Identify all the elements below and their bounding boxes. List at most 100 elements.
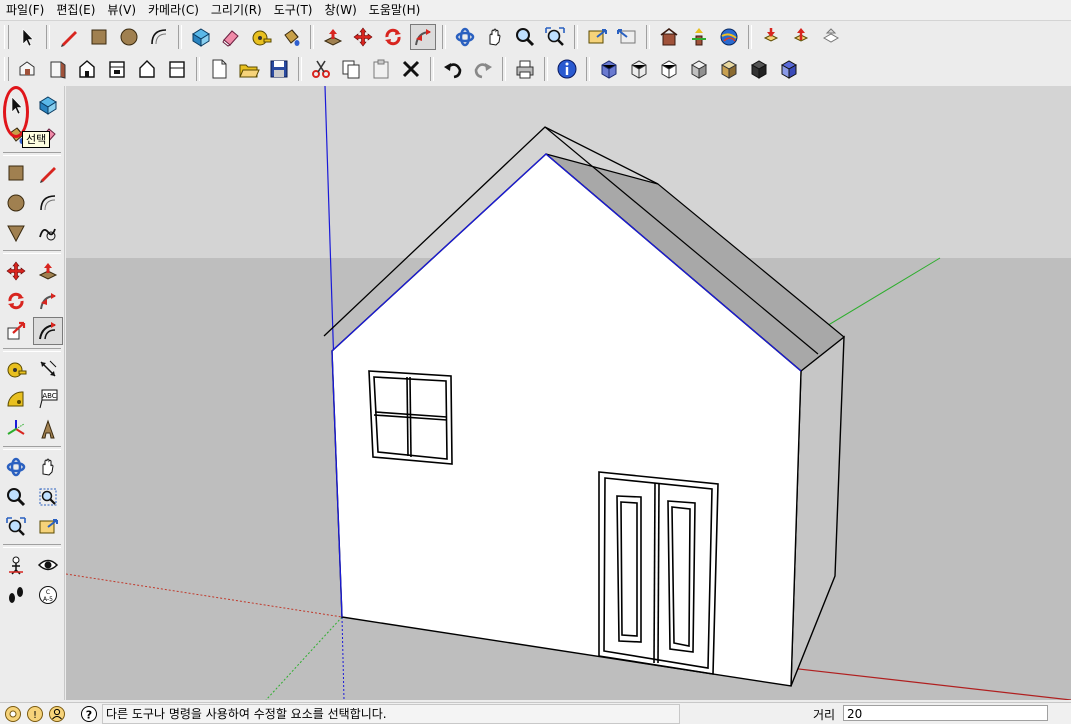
pan-icon[interactable] bbox=[482, 24, 508, 50]
push-pull-icon[interactable] bbox=[320, 24, 346, 50]
previous-view-icon[interactable] bbox=[584, 24, 610, 50]
top-view-icon[interactable] bbox=[44, 56, 70, 82]
menu-item[interactable]: 카메라(C) bbox=[142, 0, 205, 20]
status-bar: ! ? 다른 도구나 명령을 사용하여 수정할 요소를 선택합니다. 거리 20 bbox=[0, 702, 1071, 724]
menu-item[interactable]: 파일(F) bbox=[0, 0, 50, 20]
circle-icon[interactable] bbox=[1, 189, 31, 217]
toolbar-separator bbox=[298, 57, 302, 81]
rectangle-icon[interactable] bbox=[86, 24, 112, 50]
pencil-line-icon[interactable] bbox=[33, 159, 63, 187]
model-info-icon[interactable] bbox=[554, 56, 580, 82]
right-view-icon[interactable] bbox=[104, 56, 130, 82]
arc-icon[interactable] bbox=[146, 24, 172, 50]
toolbar-separator bbox=[178, 25, 182, 49]
follow-me-icon[interactable] bbox=[33, 287, 63, 315]
move-icon[interactable] bbox=[350, 24, 376, 50]
polygon-icon[interactable] bbox=[1, 219, 31, 247]
menu-item[interactable]: 도구(T) bbox=[268, 0, 319, 20]
move-icon[interactable] bbox=[1, 257, 31, 285]
freehand-icon[interactable] bbox=[33, 219, 63, 247]
circle-icon[interactable] bbox=[116, 24, 142, 50]
pencil-line-icon[interactable] bbox=[56, 24, 82, 50]
toolbar-grip[interactable] bbox=[4, 57, 9, 81]
menu-item[interactable]: 편집(E) bbox=[50, 0, 101, 20]
rotate-icon[interactable] bbox=[380, 24, 406, 50]
menu-item[interactable]: 도움말(H) bbox=[363, 0, 427, 20]
save-file-icon[interactable] bbox=[266, 56, 292, 82]
zoom-window-icon[interactable] bbox=[33, 483, 63, 511]
google-earth-icon[interactable] bbox=[716, 24, 742, 50]
front-view-icon[interactable] bbox=[74, 56, 100, 82]
text-label-icon[interactable]: ABC bbox=[33, 385, 63, 413]
get-models-icon[interactable] bbox=[758, 24, 784, 50]
warehouse-icon[interactable] bbox=[656, 24, 682, 50]
follow-me-icon[interactable] bbox=[410, 24, 436, 50]
delete-icon[interactable] bbox=[398, 56, 424, 82]
look-around-icon[interactable] bbox=[33, 551, 63, 579]
menu-item[interactable]: 뷰(V) bbox=[101, 0, 142, 20]
orbit-icon[interactable] bbox=[452, 24, 478, 50]
paint-bucket-icon[interactable] bbox=[278, 24, 304, 50]
back-view-icon[interactable] bbox=[134, 56, 160, 82]
paste-icon[interactable] bbox=[368, 56, 394, 82]
make-component-icon[interactable] bbox=[33, 91, 63, 119]
shaded-texture-icon[interactable] bbox=[716, 56, 742, 82]
left-view-icon[interactable] bbox=[164, 56, 190, 82]
zoom-icon[interactable] bbox=[1, 483, 31, 511]
model-viewport[interactable] bbox=[66, 86, 1071, 700]
share-component-icon[interactable] bbox=[788, 24, 814, 50]
undo-icon[interactable] bbox=[440, 56, 466, 82]
wireframe-icon[interactable] bbox=[626, 56, 652, 82]
geo-location-icon[interactable] bbox=[4, 705, 22, 723]
section-plane-icon[interactable]: C A-5 bbox=[33, 581, 63, 609]
main-toolbar bbox=[0, 22, 846, 52]
zoom-extents-icon[interactable] bbox=[1, 513, 31, 541]
measurements-input[interactable]: 20 bbox=[843, 705, 1048, 721]
next-view-icon[interactable] bbox=[614, 24, 640, 50]
zoom-extents-icon[interactable] bbox=[542, 24, 568, 50]
menu-item[interactable]: 그리기(R) bbox=[205, 0, 268, 20]
select-tool-icon[interactable] bbox=[14, 24, 40, 50]
orbit-icon[interactable] bbox=[1, 453, 31, 481]
monochrome-icon[interactable] bbox=[746, 56, 772, 82]
push-pull-icon[interactable] bbox=[33, 257, 63, 285]
axes-icon[interactable] bbox=[1, 415, 31, 443]
copy-icon[interactable] bbox=[338, 56, 364, 82]
tape-measure-icon[interactable] bbox=[248, 24, 274, 50]
redo-icon[interactable] bbox=[470, 56, 496, 82]
share-model-icon[interactable] bbox=[686, 24, 712, 50]
toolbar-grip[interactable] bbox=[4, 25, 9, 49]
measurements-label: 거리 bbox=[813, 708, 836, 722]
tape-measure-icon[interactable] bbox=[1, 355, 31, 383]
make-component-icon[interactable] bbox=[188, 24, 214, 50]
cut-icon[interactable] bbox=[308, 56, 334, 82]
scale-icon[interactable] bbox=[1, 317, 31, 345]
dimension-icon[interactable] bbox=[33, 355, 63, 383]
new-file-icon[interactable] bbox=[206, 56, 232, 82]
xray-icon[interactable] bbox=[596, 56, 622, 82]
iso-view-icon[interactable] bbox=[14, 56, 40, 82]
position-camera-icon[interactable] bbox=[1, 551, 31, 579]
rotate-icon[interactable] bbox=[1, 287, 31, 315]
zoom-icon[interactable] bbox=[512, 24, 538, 50]
hidden-line-icon[interactable] bbox=[656, 56, 682, 82]
arc-icon[interactable] bbox=[33, 189, 63, 217]
open-file-icon[interactable] bbox=[236, 56, 262, 82]
protractor-icon[interactable] bbox=[1, 385, 31, 413]
3d-text-icon[interactable] bbox=[33, 415, 63, 443]
menu-item[interactable]: 창(W) bbox=[319, 0, 363, 20]
help-icon[interactable]: ? bbox=[80, 705, 98, 723]
previous-view-icon[interactable] bbox=[33, 513, 63, 541]
print-icon[interactable] bbox=[512, 56, 538, 82]
offset-icon[interactable] bbox=[33, 317, 63, 345]
credits-icon[interactable]: ! bbox=[26, 705, 44, 723]
rectangle-icon[interactable] bbox=[1, 159, 31, 187]
preview-icon[interactable] bbox=[818, 24, 844, 50]
user-icon[interactable] bbox=[48, 705, 66, 723]
toolbar-separator bbox=[586, 57, 590, 81]
back-edges-icon[interactable] bbox=[776, 56, 802, 82]
eraser-icon[interactable] bbox=[218, 24, 244, 50]
walk-icon[interactable] bbox=[1, 581, 31, 609]
shaded-icon[interactable] bbox=[686, 56, 712, 82]
pan-icon[interactable] bbox=[33, 453, 63, 481]
